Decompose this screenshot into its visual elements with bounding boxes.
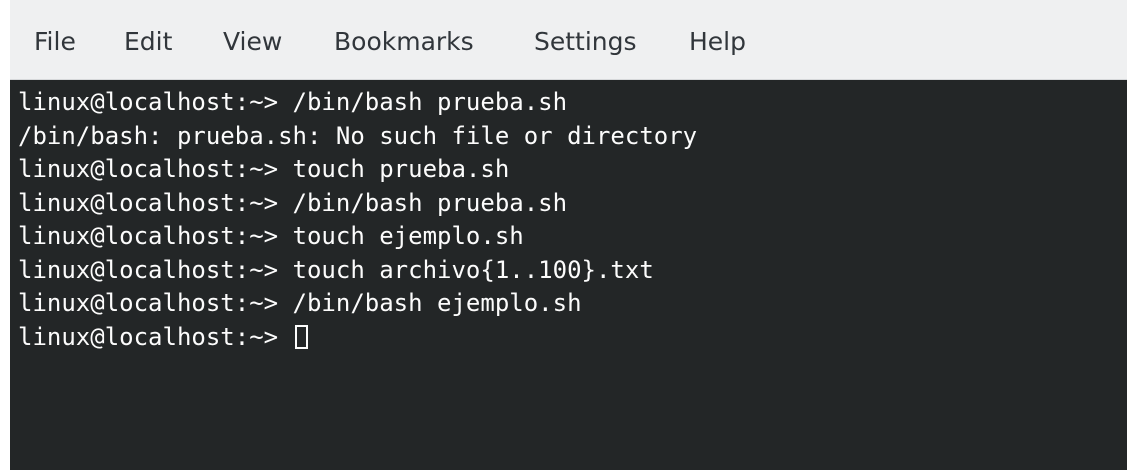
terminal-line: linux@localhost:~> /bin/bash ejemplo.sh (18, 289, 582, 317)
menu-file[interactable]: File (34, 27, 76, 57)
terminal-line: linux@localhost:~> /bin/bash prueba.sh (18, 88, 568, 116)
terminal-lines: linux@localhost:~> /bin/bash prueba.sh /… (18, 86, 697, 354)
menu-edit[interactable]: Edit (124, 27, 172, 57)
menu-view[interactable]: View (223, 27, 282, 57)
terminal-line: linux@localhost:~> touch prueba.sh (18, 155, 510, 183)
terminal-output[interactable]: linux@localhost:~> /bin/bash prueba.sh /… (10, 80, 1127, 470)
menu-help[interactable]: Help (689, 27, 746, 57)
menu-bar: File Edit View Bookmarks Settings Help (10, 0, 1127, 80)
text-cursor (294, 324, 308, 349)
terminal-line: linux@localhost:~> touch archivo{1..100}… (18, 255, 654, 284)
terminal-line: /bin/bash: prueba.sh: No such file or di… (18, 121, 698, 150)
terminal-prompt: linux@localhost:~> (18, 322, 293, 351)
terminal-line: linux@localhost:~> /bin/bash prueba.sh (18, 188, 568, 217)
menu-bookmarks[interactable]: Bookmarks (334, 27, 474, 57)
terminal-prompt-line[interactable]: linux@localhost:~> (18, 321, 697, 355)
terminal-line: linux@localhost:~> touch ejemplo.sh (18, 222, 524, 250)
konsole-window: File Edit View Bookmarks Settings Help l… (0, 0, 1127, 470)
menu-settings[interactable]: Settings (534, 27, 637, 57)
